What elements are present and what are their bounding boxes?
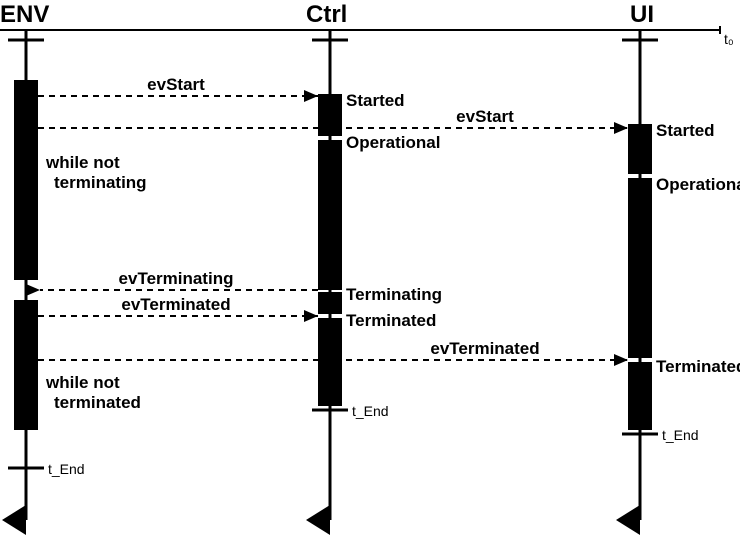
tend-label-ui: t_End: [662, 427, 699, 443]
message-label-evstart-1: evStart: [147, 75, 205, 94]
state-ui-started: Started: [656, 121, 715, 140]
condition-env-not-terminated-2: terminated: [54, 393, 141, 412]
condition-env-not-terminated-1: while not: [45, 373, 120, 392]
message-evterminated-env-ctrl: evTerminated: [38, 295, 318, 316]
message-label-evterminating: evTerminating: [119, 269, 234, 288]
condition-env-not-terminating-2: terminating: [54, 173, 147, 192]
activation-ctrl-terminated: [318, 318, 342, 406]
t0-tick-env: t₀: [0, 31, 44, 47]
tend-label-ctrl: t_End: [352, 403, 389, 419]
sequence-diagram: ENV Ctrl UI t₀ t₀: [0, 0, 740, 540]
message-label-evterminated-2: evTerminated: [430, 339, 539, 358]
message-evterminating-ctrl-env: evTerminating: [40, 269, 318, 290]
state-ctrl-operational: Operational: [346, 133, 440, 152]
lifeline-name-env: ENV: [0, 1, 49, 28]
t0-label-ui: t₀: [724, 31, 734, 47]
tend-tick-env: t_End: [8, 461, 85, 477]
lifeline-header-ui: UI: [630, 1, 654, 28]
activation-ctrl-terminating: [318, 292, 342, 314]
state-ui-operational: Operational: [656, 175, 740, 194]
state-ctrl-started: Started: [346, 91, 405, 110]
lifeline-name-ctrl: Ctrl: [306, 1, 347, 28]
activation-ui-started: [628, 124, 652, 174]
message-label-evstart-2: evStart: [456, 107, 514, 126]
activation-ui-operational: [628, 178, 652, 358]
activation-ui-terminated: [628, 362, 652, 430]
message-evstart-env-ctrl: evStart: [38, 75, 318, 96]
tend-label-env: t_End: [48, 461, 85, 477]
message-label-evterminated-1: evTerminated: [121, 295, 230, 314]
lifeline-header-env: ENV: [0, 1, 720, 34]
state-ctrl-terminated: Terminated: [346, 311, 436, 330]
activation-env-2: [14, 300, 38, 430]
activation-ctrl-started: [318, 94, 342, 136]
activation-ctrl-operational: [318, 140, 342, 290]
state-ui-terminated: Terminated: [656, 357, 740, 376]
lifeline-header-ctrl: Ctrl: [306, 1, 347, 28]
condition-env-not-terminating-1: while not: [45, 153, 120, 172]
lifeline-name-ui: UI: [630, 1, 654, 28]
activation-env-1: [14, 80, 38, 280]
state-ctrl-terminating: Terminating: [346, 285, 442, 304]
